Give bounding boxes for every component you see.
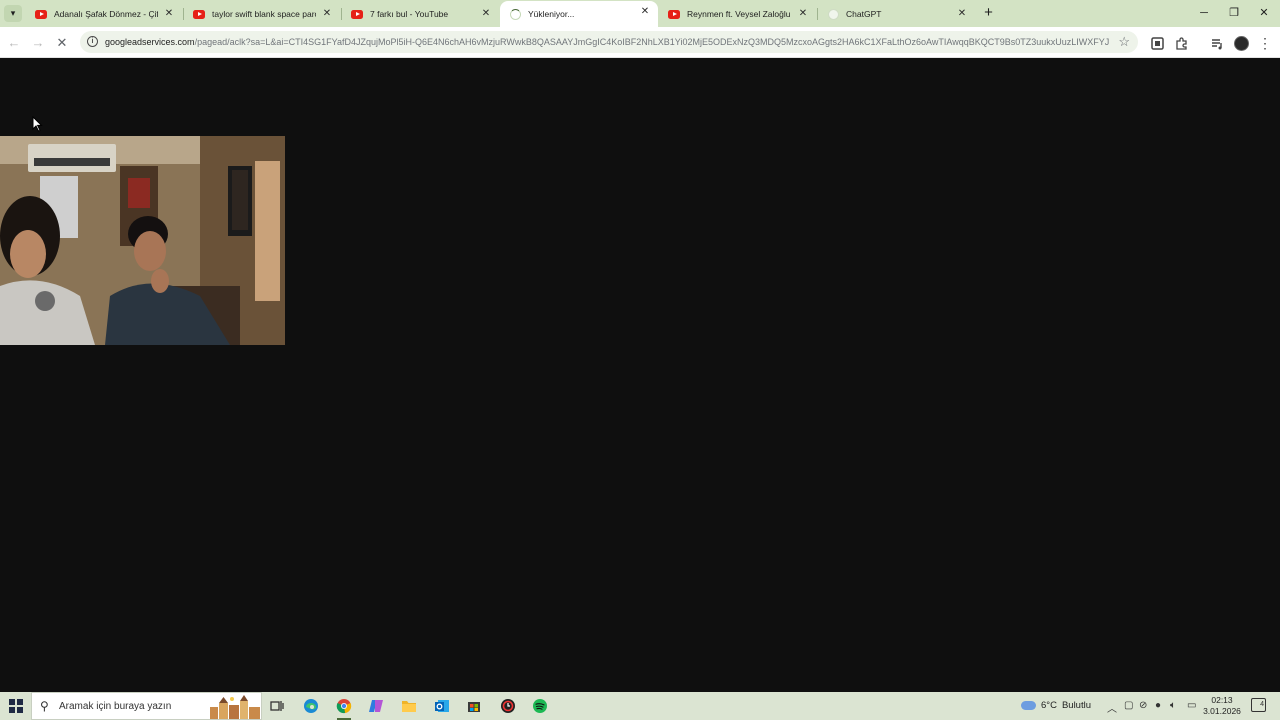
video-thumbnail[interactable] bbox=[0, 136, 285, 345]
tab-title: Reynmen ft. Veysel Zaloğlu - Veda bbox=[687, 9, 792, 19]
bookmark-star-icon[interactable]: ☆ bbox=[1118, 34, 1130, 50]
tab-close-icon[interactable]: ✕ bbox=[956, 8, 968, 20]
tab-taylor-swift-parodi[interactable]: taylor swift blank space parodi ✕ bbox=[184, 3, 340, 25]
display-icon[interactable]: ▭ bbox=[1187, 700, 1196, 711]
stop-loading-icon[interactable]: ✕ bbox=[52, 33, 72, 53]
tab-loading-active[interactable]: Yükleniyor... ✕ bbox=[500, 1, 658, 27]
media-queue-icon[interactable] bbox=[1207, 33, 1227, 53]
tab-close-icon[interactable]: ✕ bbox=[797, 8, 809, 20]
tab-title: Adanalı Şafak Dönmez - Çiftetelli bbox=[54, 9, 158, 19]
notification-count: 4 bbox=[1260, 701, 1264, 708]
search-icon: ⚲ bbox=[40, 699, 49, 713]
restore-icon[interactable]: ❐ bbox=[1220, 4, 1248, 22]
weather-temperature: 6°C bbox=[1041, 700, 1057, 711]
mouse-cursor-icon bbox=[32, 116, 43, 132]
tab-title: taylor swift blank space parodi bbox=[212, 9, 316, 19]
browser-tab-strip: ▾ Adanalı Şafak Dönmez - Çiftetelli ✕ ta… bbox=[0, 0, 1280, 27]
screenshot-capture-icon[interactable] bbox=[1147, 33, 1167, 53]
browser-toolbar: ← → ✕ i googleadservices.com/pagead/aclk… bbox=[0, 27, 1280, 58]
tab-7-farki-bul[interactable]: 7 farkı bul - YouTube ✕ bbox=[342, 3, 499, 25]
back-arrow-icon[interactable]: ← bbox=[4, 33, 24, 53]
tab-close-icon[interactable]: ✕ bbox=[163, 8, 175, 20]
extensions-puzzle-icon[interactable] bbox=[1171, 33, 1191, 53]
outlook-icon[interactable] bbox=[431, 695, 453, 717]
windows-taskbar: ⚲ Aramak için buraya yazın 6°C Bulutlu ︿… bbox=[0, 692, 1280, 720]
microsoft-store-icon[interactable] bbox=[463, 695, 485, 717]
address-bar[interactable]: i googleadservices.com/pagead/aclk?sa=L&… bbox=[80, 31, 1138, 53]
microphone-icon[interactable]: ● bbox=[1155, 700, 1161, 711]
url-domain: googleadservices.com bbox=[105, 37, 195, 47]
url-path: /pagead/aclk?sa=L&ai=CTI4SG1FYafD4JZqujM… bbox=[194, 37, 1110, 47]
clock-date: 3.01.2026 bbox=[1203, 706, 1241, 716]
minimize-icon[interactable]: ─ bbox=[1190, 4, 1218, 22]
video-frame-image bbox=[0, 136, 285, 345]
show-hidden-icons-chevron-icon[interactable]: ︿ bbox=[1107, 700, 1117, 715]
chrome-browser-icon[interactable] bbox=[333, 695, 355, 720]
tab-title: 7 farkı bul - YouTube bbox=[370, 9, 449, 19]
tab-title: ChatGPT bbox=[846, 9, 882, 19]
app-icon-red-clock[interactable] bbox=[497, 695, 519, 717]
youtube-icon bbox=[668, 8, 680, 20]
tab-close-icon[interactable]: ✕ bbox=[321, 8, 333, 20]
weather-widget[interactable]: 6°C Bulutlu bbox=[1021, 700, 1091, 711]
tab-reynmen-veda[interactable]: Reynmen ft. Veysel Zaloğlu - Veda ✕ bbox=[659, 3, 816, 25]
windows-start-icon[interactable] bbox=[9, 699, 23, 713]
tab-close-icon[interactable]: ✕ bbox=[639, 6, 651, 18]
taskbar-search-placeholder: Aramak için buraya yazın bbox=[59, 701, 172, 712]
spotify-icon[interactable] bbox=[529, 695, 551, 717]
notification-center-icon[interactable]: 4 bbox=[1251, 698, 1266, 712]
youtube-icon bbox=[35, 8, 47, 20]
volume-icon[interactable]: 🔈︎ bbox=[1170, 700, 1176, 711]
copilot-icon[interactable] bbox=[365, 695, 387, 717]
forward-arrow-icon[interactable]: → bbox=[28, 33, 48, 53]
page-content bbox=[0, 58, 1280, 692]
tab-title: Yükleniyor... bbox=[528, 9, 575, 19]
cloud-icon bbox=[1021, 701, 1036, 710]
chatgpt-icon bbox=[827, 8, 839, 20]
clock-time: 02:13 bbox=[1211, 695, 1233, 705]
new-tab-plus-icon[interactable]: + bbox=[980, 5, 997, 22]
youtube-icon bbox=[193, 8, 205, 20]
tab-chatgpt[interactable]: ChatGPT ✕ bbox=[818, 3, 975, 25]
tab-close-icon[interactable]: ✕ bbox=[480, 8, 492, 20]
youtube-icon bbox=[351, 8, 363, 20]
tab-adanali-safak[interactable]: Adanalı Şafak Dönmez - Çiftetelli ✕ bbox=[26, 3, 182, 25]
weather-description: Bulutlu bbox=[1061, 700, 1092, 711]
tab-search-chevron-icon[interactable]: ▾ bbox=[4, 5, 22, 22]
window-close-icon[interactable]: ✕ bbox=[1250, 4, 1278, 22]
edge-browser-icon[interactable] bbox=[300, 695, 322, 717]
meet-now-icon[interactable]: ▢ bbox=[1124, 700, 1133, 711]
taskbar-search-box[interactable]: ⚲ Aramak için buraya yazın bbox=[31, 692, 262, 720]
task-view-icon[interactable] bbox=[266, 695, 288, 717]
search-highlight-image bbox=[210, 695, 260, 719]
profile-avatar[interactable] bbox=[1231, 33, 1251, 53]
system-clock[interactable]: 02:13 3.01.2026 bbox=[1202, 695, 1242, 717]
loading-spinner-icon bbox=[509, 8, 521, 20]
more-menu-icon[interactable]: ⋮ bbox=[1255, 33, 1275, 53]
network-off-icon[interactable]: ⊘ bbox=[1139, 700, 1147, 711]
file-explorer-icon[interactable] bbox=[398, 695, 420, 717]
url-text[interactable]: googleadservices.com/pagead/aclk?sa=L&ai… bbox=[105, 36, 1110, 49]
site-info-icon[interactable]: i bbox=[87, 36, 98, 47]
